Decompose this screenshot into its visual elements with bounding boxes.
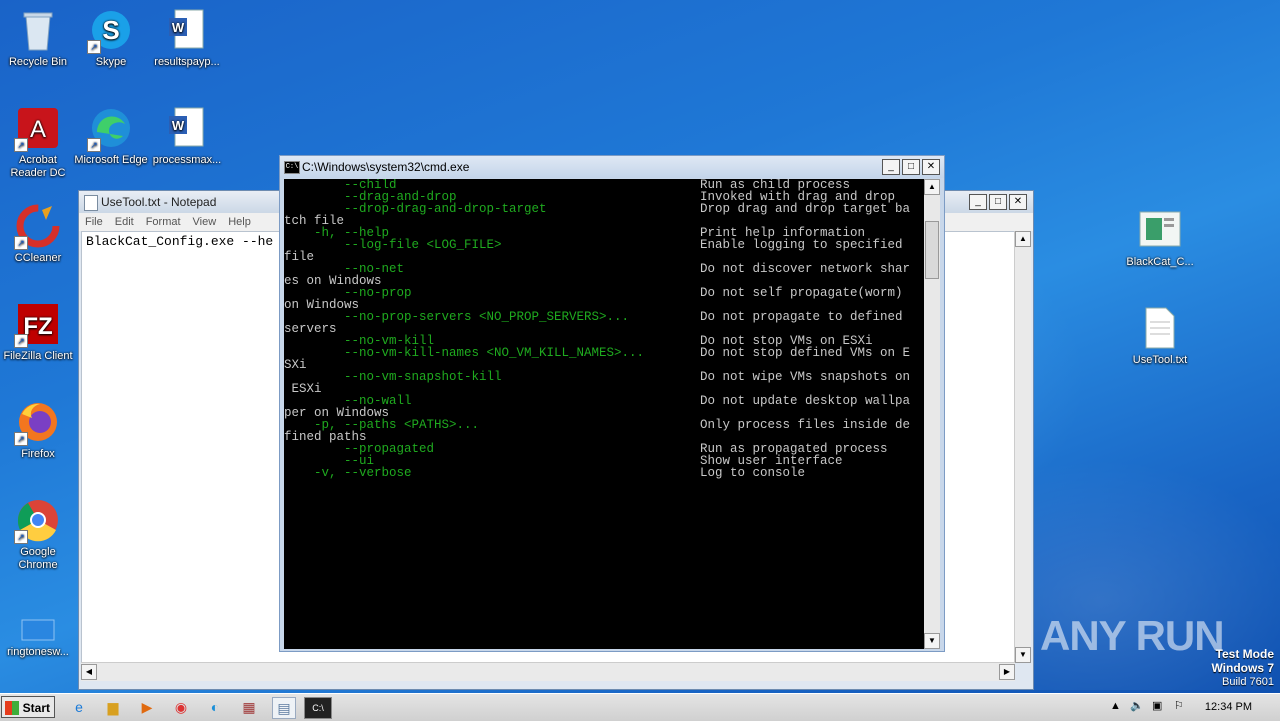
scroll-up-arrow-icon[interactable]: ▲ — [924, 179, 940, 195]
menu-file[interactable]: File — [85, 216, 103, 228]
notepad-horizontal-scrollbar[interactable]: ◀ ▶ — [81, 662, 1015, 681]
desktop-icon-acrobat[interactable]: A ↗ Acrobat Reader DC — [0, 106, 76, 180]
scroll-up-arrow-icon[interactable]: ▲ — [1015, 231, 1031, 247]
menu-help[interactable]: Help — [228, 216, 251, 228]
svg-text:W: W — [172, 20, 185, 35]
media-player-icon[interactable]: ▶ — [136, 697, 158, 717]
desktop-icon-chrome[interactable]: ↗ Google Chrome — [0, 498, 76, 572]
svg-text:S: S — [102, 15, 119, 45]
cmd-option-description: Drop drag and drop target ba — [700, 202, 911, 216]
ccleaner-icon: ↗ — [14, 204, 60, 250]
scroll-left-arrow-icon[interactable]: ◀ — [81, 664, 97, 680]
maximize-button[interactable]: □ — [989, 194, 1007, 210]
desktop-icon-edge[interactable]: ↗ Microsoft Edge — [73, 106, 149, 167]
edge-taskbar-icon[interactable]: ◐ — [204, 697, 226, 717]
desktop-icon-filezilla[interactable]: FZ ↗ FileZilla Client — [0, 302, 76, 363]
cmd-line: --log-file <LOG_FILE> Enable logging to s… — [284, 238, 924, 252]
cmd-option-description: Do not discover network shar — [700, 262, 911, 276]
close-button[interactable]: ✕ — [922, 159, 940, 175]
cmd-option-description: Do not propagate to defined — [700, 310, 903, 324]
windows-logo-icon — [5, 701, 19, 715]
show-hidden-icons-icon[interactable]: ▲ — [1110, 700, 1121, 712]
cmd-option-description: Enable logging to specified — [700, 238, 903, 252]
anyrun-watermark: ANY RUN — [1040, 612, 1225, 659]
filezilla-icon: FZ ↗ — [14, 302, 60, 348]
clock[interactable]: 12:34 PM — [1205, 701, 1252, 713]
word-doc-icon: W — [165, 8, 209, 52]
menu-format[interactable]: Format — [146, 216, 181, 228]
cmd-icon: C:\ — [284, 161, 300, 174]
desktop-icon-ccleaner[interactable]: ↗ CCleaner — [0, 204, 76, 265]
scroll-down-arrow-icon[interactable]: ▼ — [1015, 647, 1031, 663]
cmd-output[interactable]: --child Run as child process --drag-and-d… — [284, 179, 924, 649]
cmd-line: --no-vm-kill-names <NO_VM_KILL_NAMES>...… — [284, 346, 924, 360]
cmd-option: --no-vm-kill-names <NO_VM_KILL_NAMES>... — [284, 346, 645, 360]
desktop-icon-ringtonesw[interactable]: ringtonesw... — [0, 618, 76, 659]
cmd-option-description: Only process files inside de — [700, 418, 911, 432]
blank-file-icon — [16, 618, 60, 642]
cmd-title: C:\Windows\system32\cmd.exe — [302, 160, 470, 174]
menu-view[interactable]: View — [193, 216, 217, 228]
cmd-titlebar[interactable]: C:\ C:\Windows\system32\cmd.exe _ □ ✕ — [280, 156, 944, 178]
skype-icon: S ↗ — [87, 8, 133, 54]
maximize-button[interactable]: □ — [902, 159, 920, 175]
svg-text:W: W — [172, 118, 185, 133]
desktop-icon-blackcat[interactable]: BlackCat_C... — [1122, 208, 1198, 269]
cmd-option-description: Log to console — [700, 466, 806, 480]
cmd-taskbar-icon[interactable]: C:\ — [304, 697, 332, 719]
cmd-line: --no-prop-servers <NO_PROP_SERVERS>... Do… — [284, 310, 924, 324]
cmd-option-description: Do not self propagate(worm) — [700, 286, 903, 300]
notepad-icon — [84, 195, 98, 211]
desktop-icon-recycle-bin[interactable]: Recycle Bin — [0, 8, 76, 69]
cmd-option: --log-file <LOG_FILE> — [284, 238, 502, 252]
notepad-taskbar-icon[interactable]: ▤ — [272, 697, 296, 719]
network-icon[interactable]: ▣ — [1152, 699, 1162, 712]
scroll-right-arrow-icon[interactable]: ▶ — [999, 664, 1015, 680]
system-tray: ▲ 🔈 ▣ ⚐ 12:34 PM — [1100, 694, 1280, 721]
acrobat-icon: A ↗ — [14, 106, 60, 152]
desktop-icon-skype[interactable]: S ↗ Skype — [73, 8, 149, 69]
start-button[interactable]: Start — [1, 696, 55, 718]
word-doc-icon: W — [165, 106, 209, 150]
cmd-vertical-scrollbar[interactable]: ▲ ▼ — [924, 179, 940, 649]
chrome-icon: ↗ — [14, 498, 60, 544]
cmd-line: --no-vm-snapshot-kill Do not wipe VMs sna… — [284, 370, 924, 384]
desktop-icon-firefox[interactable]: ↗ Firefox — [0, 400, 76, 461]
desktop-icon-resultspayp[interactable]: W resultspayp... — [149, 8, 225, 69]
cmd-window[interactable]: C:\ C:\Windows\system32\cmd.exe _ □ ✕ --ch… — [279, 155, 945, 652]
recycle-bin-icon — [16, 8, 60, 52]
text-file-icon — [1138, 306, 1182, 350]
minimize-button[interactable]: _ — [882, 159, 900, 175]
chrome-taskbar-icon[interactable]: ◉ — [170, 697, 192, 717]
cmd-line: -v, --verbose Log to console — [284, 466, 924, 480]
cmd-line: --drop-drag-and-drop-target Drop drag and… — [284, 202, 924, 216]
desktop-icon-usetool[interactable]: UseTool.txt — [1122, 306, 1198, 367]
cmd-option-description: Do not wipe VMs snapshots on — [700, 370, 911, 384]
desktop-icon-processmax[interactable]: W processmax... — [149, 106, 225, 167]
volume-icon[interactable]: 🔈 — [1130, 699, 1144, 712]
ie-icon[interactable]: e — [68, 697, 90, 717]
winrar-icon[interactable]: ▦ — [238, 697, 260, 717]
scroll-down-arrow-icon[interactable]: ▼ — [924, 633, 940, 649]
minimize-button[interactable]: _ — [969, 194, 987, 210]
cmd-line: -p, --paths <PATHS>... Only process files… — [284, 418, 924, 432]
firefox-icon: ↗ — [14, 400, 60, 446]
menu-edit[interactable]: Edit — [115, 216, 134, 228]
taskbar: Start e ▆ ▶ ◉ ◐ ▦ ▤ C:\ ▲ 🔈 ▣ ⚐ 12:34 PM — [0, 693, 1280, 721]
close-button[interactable]: ✕ — [1009, 194, 1027, 210]
test-mode-label: Test Mode Windows 7 Build 7601 — [1211, 647, 1274, 689]
cmd-option-description: Do not stop defined VMs on E — [700, 346, 911, 360]
cmd-option: -v, --verbose — [284, 466, 412, 480]
edge-icon: ↗ — [87, 106, 133, 152]
folder-icon[interactable]: ▆ — [102, 697, 124, 717]
exe-icon — [1138, 208, 1182, 252]
notepad-vertical-scrollbar[interactable]: ▲ ▼ — [1014, 231, 1031, 663]
notepad-title: UseTool.txt - Notepad — [101, 195, 217, 209]
action-center-flag-icon[interactable]: ⚐ — [1174, 699, 1184, 712]
scroll-thumb[interactable] — [925, 221, 939, 279]
cmd-option-description: Do not update desktop wallpa — [700, 394, 911, 408]
svg-text:A: A — [30, 116, 46, 143]
cmd-line: --no-prop Do not self propagate(worm) — [284, 286, 924, 300]
